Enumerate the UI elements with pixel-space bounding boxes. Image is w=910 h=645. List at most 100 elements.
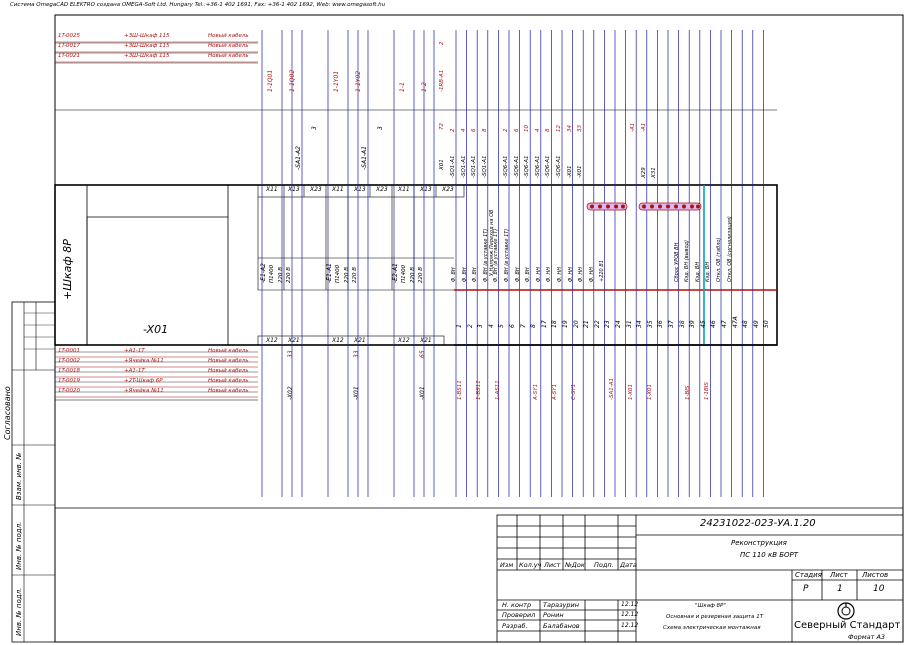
company-logo-icon (837, 602, 855, 620)
device-voltage: 220 В (344, 266, 350, 283)
stamp-replace: Взам. инв. № (15, 452, 23, 500)
socket-pin-label: X11 (398, 186, 410, 193)
wire-dest: -SQ6-A1 (534, 155, 541, 178)
wire-ref: 1-BS11 (457, 380, 463, 400)
wire-dest: -X01 (566, 165, 573, 178)
cable-note: Новый кабель (208, 378, 249, 384)
wire-num: -A1 (640, 122, 647, 132)
cable-note: Новый кабель (208, 358, 249, 364)
wire-num: 33 (353, 350, 360, 358)
cable-note: Новый кабель (208, 368, 249, 374)
device-voltage: 220 В (286, 266, 292, 283)
wire-ref: 1-1Y01 (333, 70, 340, 92)
socket-pin-label: X23 (376, 186, 388, 193)
terminal-number: 46 (710, 320, 718, 328)
role-3: Разраб. (502, 622, 528, 630)
terminal-description: Откл. ОВ (табло) (716, 237, 722, 282)
terminal-number: 31 (625, 320, 633, 328)
terminal-description: Ф. ВН (525, 267, 532, 282)
terminal-number: 36 (657, 320, 665, 328)
doc-number: 24231022-023-УА.1.20 (700, 518, 816, 529)
wire-ref: 1-2 (421, 82, 428, 92)
socket-pin-label: X21 (288, 337, 300, 344)
wire-num: 8 (545, 128, 552, 133)
terminal-number: 6 (509, 324, 516, 328)
device-type: П1400 (269, 264, 275, 283)
terminal-number: 1 (456, 324, 463, 328)
name-1: Таразурин (543, 601, 579, 609)
socket-pin-label: X13 (354, 186, 366, 193)
name-2: Ронин (543, 611, 564, 619)
terminal-number: 17 (540, 320, 548, 328)
wire-dest: -X01 (577, 165, 584, 178)
terminal-description: Ф. НН (535, 266, 542, 282)
terminal-number: 49 (752, 320, 760, 328)
terminal-description: Ф. НН (578, 266, 585, 282)
wire-dest: -SA1-A1 (361, 146, 368, 170)
wire-dest: X01 (439, 159, 445, 170)
cable-id: 1T-0001 (58, 348, 81, 354)
device-voltage: 220 В (352, 266, 358, 283)
terminal-number: 37 (668, 320, 675, 328)
device-voltage: 220 В (410, 266, 416, 283)
terminal-description: Ф. НН (557, 266, 563, 282)
wire-num: 10 (524, 125, 531, 132)
col-sign: Подп. (594, 561, 614, 569)
stamp-inv-2: Инв. № подл. (15, 587, 23, 636)
name-3: Балабанов (543, 622, 580, 630)
wire-num: 6 (471, 128, 478, 133)
wire-ref: 1-1Y02 (355, 70, 362, 92)
terminal-description: Кэд. ВН (705, 261, 712, 282)
terminal-number: 50 (763, 320, 771, 328)
cable-id: 1T-0025 (58, 33, 81, 39)
socket-pin-label: X11 (332, 186, 344, 193)
wire-num: -A1 (630, 122, 637, 132)
terminal-number: 47A (731, 316, 739, 328)
wire-num: 2 (439, 41, 445, 46)
terminal-description: Ф. ВН (472, 267, 479, 282)
wire-dest: -SQ6-A1 (503, 155, 509, 178)
wire-dest: X31 (651, 167, 658, 178)
terminal-number: 2 (466, 324, 474, 328)
terminal-number: 34 (636, 320, 644, 328)
cabinet-name: +Шкаф 8Р (61, 239, 74, 300)
wire-ref: -1RB-A1 (439, 69, 445, 92)
role-1: Н. контр (502, 601, 532, 609)
cable-note: Новый кабель (208, 43, 249, 49)
wire-num: 34 (566, 125, 573, 132)
wire-ref: 1-1BIS (704, 382, 710, 400)
wire-ref: 1-X01 (647, 383, 653, 400)
cable-dest: +Ячейка №11 (124, 388, 164, 394)
wire-dest: -SQ6-A1 (545, 155, 552, 178)
terminal-number: 39 (689, 320, 697, 328)
cable-dest: +ЗШ-Шкаф 115 (124, 53, 170, 59)
terminal-number: 23 (604, 320, 612, 328)
socket-pin-label: X12 (332, 337, 344, 344)
terminal-description: Ф. НН (546, 266, 553, 282)
terminal-number: 7 (519, 324, 527, 328)
wire-dest: -SQ1-A1 (460, 155, 467, 178)
terminal-number: 18 (551, 320, 559, 328)
sheet-label: Лист (830, 571, 848, 579)
socket-pin-label: X11 (266, 186, 278, 193)
terminal-description: Ф. ВН (451, 267, 457, 282)
terminal-number: 3 (477, 324, 485, 328)
date-1: 12.12 (621, 601, 639, 608)
socket-pin-label: X13 (288, 186, 300, 193)
sheets-label: Листов (862, 571, 889, 579)
wire-num: 4 (460, 128, 467, 133)
wire-ref: C-SY1 (571, 383, 577, 400)
wire-num: 2 (503, 128, 509, 133)
socket-pin-label: X21 (420, 337, 432, 344)
device-type: П1400 (335, 264, 341, 283)
terminal-number: 38 (678, 320, 686, 328)
cable-dest: +ЗШ-Шкаф 115 (124, 43, 170, 49)
cable-note: Новый кабель (208, 388, 249, 394)
wire-ref: 1-1Q02 (289, 69, 296, 92)
wire-dest: -SQ1-A1 (450, 155, 456, 178)
wire-dest: -X02 (287, 386, 294, 400)
terminal-description: Ф. НН (588, 266, 595, 282)
wire-ref: A-SY1 (533, 383, 539, 400)
wire-ref: 1-BIS (685, 385, 691, 400)
wire-num: 6 (513, 128, 520, 133)
